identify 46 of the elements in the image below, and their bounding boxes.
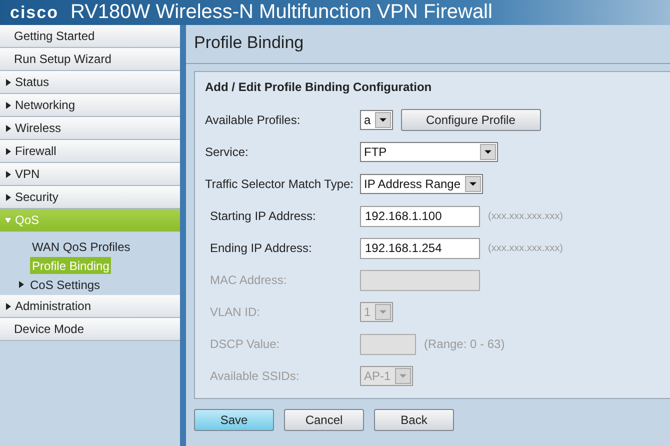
field-label: Available SSIDs: (209, 369, 300, 383)
caret-right-icon (18, 281, 24, 288)
sidebar-item[interactable]: Status (0, 71, 180, 94)
action-button[interactable]: Cancel (284, 409, 364, 431)
caret-right-icon (5, 148, 11, 154)
page-title: Profile Binding (194, 33, 305, 54)
caret-right-icon (5, 170, 11, 178)
dropdown[interactable]: FTP (360, 142, 498, 162)
caret-right-icon (5, 302, 11, 310)
sidebar-item[interactable]: Run Setup Wizard (0, 48, 180, 71)
logo: cisco (10, 2, 58, 22)
sidebar-item[interactable]: VPN (0, 163, 180, 186)
sidebar-item[interactable]: Administration (0, 295, 180, 318)
caret-right-icon (5, 78, 11, 86)
caret-right-icon (5, 194, 11, 200)
sidebar-item[interactable]: Security (0, 186, 180, 209)
input-field[interactable]: 192.168.1.100 (360, 206, 480, 226)
configure-profile-button[interactable]: Configure Profile (400, 109, 541, 131)
field-label: Starting IP Address: (209, 209, 317, 223)
field-label: DSCP Value: (209, 337, 281, 351)
input-field[interactable]: 192.168.1.254 (360, 238, 480, 258)
sidebar-subitem[interactable]: WAN QoS Profiles (30, 238, 132, 255)
dropdown[interactable]: IP Address Range (360, 174, 483, 194)
caret-down-icon (5, 216, 11, 224)
field-label: VLAN ID: (209, 305, 262, 319)
dropdown[interactable]: a (360, 110, 393, 130)
field-label: Ending IP Address: (209, 241, 313, 255)
action-button[interactable]: Back (374, 409, 454, 431)
field-label: Traffic Selector Match Type: (205, 177, 355, 191)
field-label: MAC Address: (209, 273, 288, 287)
caret-right-icon (5, 102, 11, 108)
sidebar-item[interactable]: Device Mode (0, 318, 180, 341)
field-label: Available Profiles: (205, 113, 302, 127)
format-hint: (Range: 0 - 63) (424, 337, 505, 351)
format-hint: (xxx.xxx.xxx.xxx) (488, 210, 563, 222)
action-button[interactable]: Save (194, 409, 274, 431)
sidebar-item[interactable]: Networking (0, 94, 180, 117)
sidebar-item[interactable]: Wireless (0, 117, 180, 140)
field-label: Service: (205, 145, 250, 159)
panel-heading: Add / Edit Profile Binding Configuration (205, 80, 433, 94)
caret-right-icon (5, 124, 11, 132)
sidebar-item[interactable]: Firewall (0, 140, 180, 163)
product-title: RV180W Wireless-N Multifunction VPN Firewall (70, 1, 492, 24)
sidebar-subitem[interactable]: CoS Settings (16, 276, 102, 293)
format-hint: (xxx.xxx.xxx.xxx) (488, 242, 563, 254)
sidebar-item[interactable]: Getting Started (0, 25, 180, 48)
